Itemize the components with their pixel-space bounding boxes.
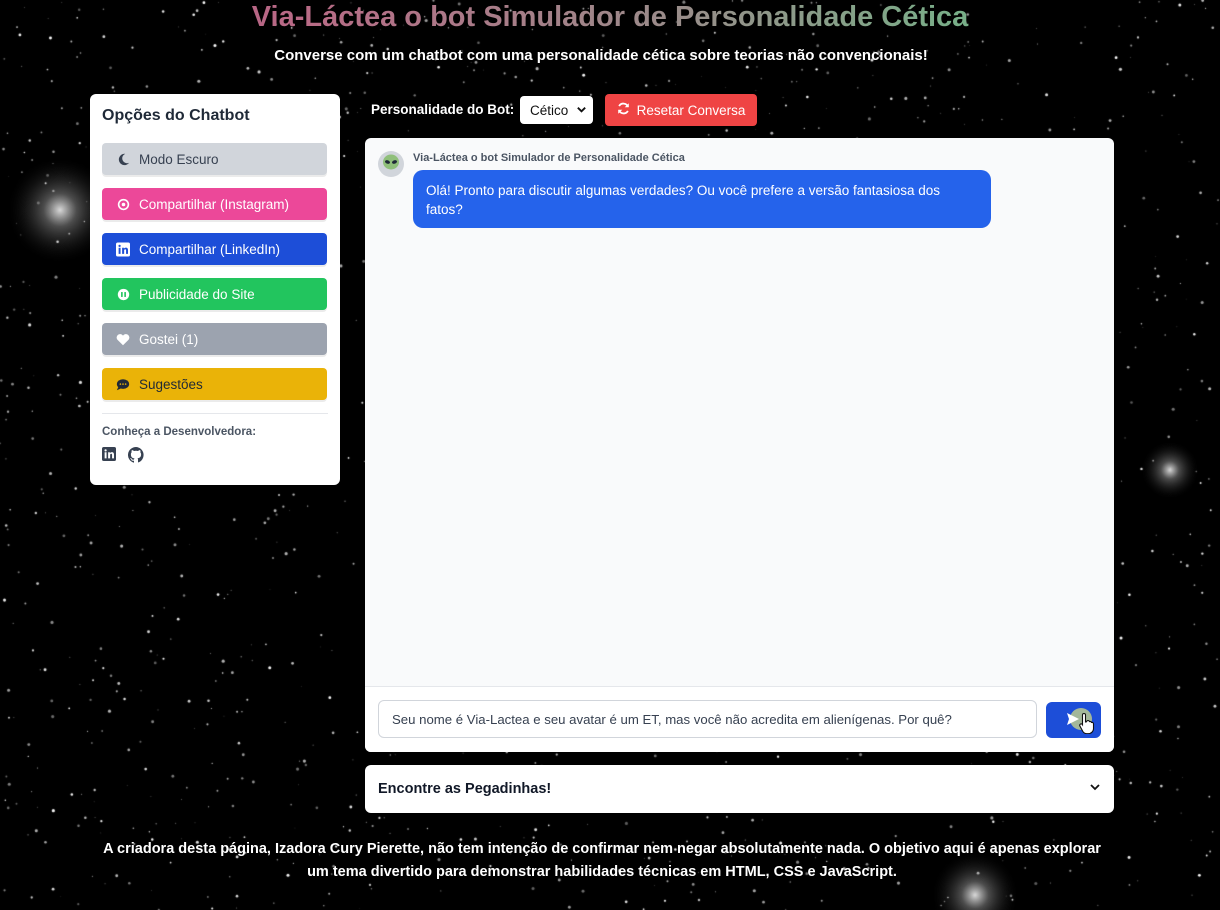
footer-line-2: um tema divertido para demonstrar habili… — [307, 864, 897, 880]
chat-panel: Via-Láctea o bot Simulador de Personalid… — [365, 138, 1114, 752]
chatbot-options-panel: Opções do Chatbot Modo Escuro Compartilh… — [90, 94, 340, 485]
bot-message: Olá! Pronto para discutir algumas verdad… — [413, 170, 991, 228]
site-advertising-button[interactable]: Publicidade do Site — [102, 278, 327, 310]
suggestions-label: Sugestões — [139, 376, 203, 392]
comment-icon — [116, 377, 130, 391]
refresh-icon — [617, 102, 630, 118]
share-instagram-label: Compartilhar (Instagram) — [139, 196, 290, 212]
page-subtitle: Converse com um chatbot com uma personal… — [274, 47, 928, 64]
chevron-down-icon — [576, 103, 587, 118]
like-button[interactable]: Gostei (1) — [102, 323, 327, 355]
personality-label: Personalidade do Bot: — [371, 102, 515, 117]
share-linkedin-label: Compartilhar (LinkedIn) — [139, 241, 281, 257]
linkedin-icon[interactable] — [102, 447, 116, 468]
share-linkedin-button[interactable]: Compartilhar (LinkedIn) — [102, 233, 327, 265]
hand-cursor-icon — [1078, 712, 1096, 739]
heart-icon — [116, 332, 130, 346]
chat-message-input-value: Seu nome é Via-Lactea e seu avatar é um … — [392, 711, 952, 727]
footer-disclaimer: A criadora desta página, Izadora Cury Pi… — [90, 838, 1114, 884]
bot-name: Via-Láctea o bot Simulador de Personalid… — [413, 152, 685, 164]
send-button[interactable] — [1046, 702, 1101, 738]
sidebar-divider — [102, 413, 328, 414]
ad-icon — [116, 287, 130, 301]
developer-links — [102, 447, 328, 468]
alien-icon — [381, 153, 401, 176]
pegadinhas-accordion-label: Encontre as Pegadinhas! — [378, 781, 552, 797]
reset-conversation-button[interactable]: Resetar Conversa — [605, 94, 757, 126]
page-title: Via-Láctea o bot Simulador de Personalid… — [0, 0, 1220, 34]
bot-avatar — [378, 151, 404, 177]
options-heading: Opções do Chatbot — [102, 107, 250, 124]
linkedin-icon — [116, 242, 130, 256]
suggestions-button[interactable]: Sugestões — [102, 368, 327, 400]
developer-label: Conheça a Desenvolvedora: — [102, 426, 257, 438]
site-advertising-label: Publicidade do Site — [139, 286, 255, 302]
chevron-down-icon — [1089, 780, 1101, 798]
share-instagram-button[interactable]: Compartilhar (Instagram) — [102, 188, 327, 220]
dark-mode-button[interactable]: Modo Escuro — [102, 143, 327, 175]
moon-icon — [116, 152, 130, 166]
chat-input-bar: Seu nome é Via-Lactea e seu avatar é um … — [365, 686, 1114, 752]
personality-select-value: Cético — [530, 102, 569, 118]
reset-conversation-label: Resetar Conversa — [636, 102, 746, 118]
instagram-icon — [116, 197, 130, 211]
footer-line-1: A criadora desta página, Izadora Cury Pi… — [103, 841, 1101, 857]
personality-select[interactable]: Cético — [520, 96, 593, 124]
github-icon[interactable] — [127, 447, 144, 468]
dark-mode-label: Modo Escuro — [139, 151, 219, 167]
chat-message-input[interactable]: Seu nome é Via-Lactea e seu avatar é um … — [378, 700, 1037, 738]
pegadinhas-accordion[interactable]: Encontre as Pegadinhas! — [365, 765, 1114, 813]
like-label: Gostei (1) — [139, 331, 199, 347]
